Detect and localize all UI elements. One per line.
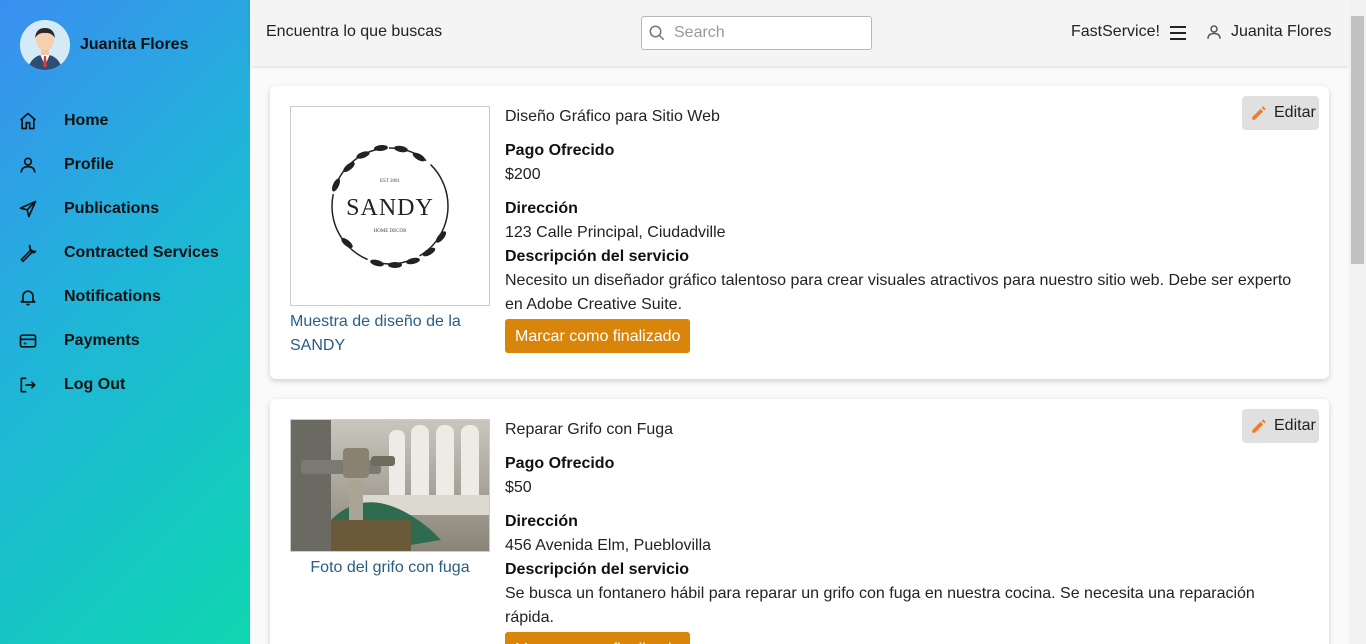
mark-finished-button[interactable]: Marcar como finalizado	[505, 632, 691, 644]
sidebar-item-logout[interactable]: Log Out	[0, 363, 250, 407]
user-icon	[1207, 25, 1221, 39]
search-input[interactable]	[674, 24, 854, 42]
description-value: Necesito un diseñador gráfico talentoso …	[505, 272, 1292, 313]
sidebar-item-notifications[interactable]: Notifications	[0, 275, 250, 319]
edit-label: Editar	[1274, 417, 1316, 434]
edit-button[interactable]: Editar	[1242, 96, 1319, 130]
sidebar-item-label: Home	[64, 112, 109, 129]
edit-button[interactable]: Editar	[1242, 409, 1319, 443]
address-value: 123 Calle Principal, Ciudadville	[505, 224, 726, 241]
topbar-user-menu[interactable]: Juanita Flores	[1205, 23, 1332, 41]
logo-sub-text: HOME DECOR	[374, 229, 408, 234]
image-caption[interactable]: Muestra de diseño de la SANDY	[290, 310, 490, 358]
image-caption[interactable]: Foto del grifo con fuga	[290, 556, 490, 580]
pencil-icon	[1252, 419, 1266, 433]
sidebar-item-payments[interactable]: Payments	[0, 319, 250, 363]
page-tagline: Encuentra lo que buscas	[266, 23, 443, 40]
menu-button[interactable]	[1169, 24, 1187, 42]
sidebar-nav: Home Profile Publications Contracted Ser…	[0, 99, 250, 407]
service-image[interactable]	[290, 419, 490, 552]
service-title: Reparar Grifo con Fuga	[505, 421, 674, 438]
service-title: Diseño Gráfico para Sitio Web	[505, 108, 720, 125]
sidebar-user-name: Juanita Flores	[80, 36, 189, 53]
sidebar-item-publications[interactable]: Publications	[0, 187, 250, 231]
leaky-faucet-photo	[291, 420, 489, 551]
sidebar-item-contracted-services[interactable]: Contracted Services	[0, 231, 250, 275]
wrench-icon	[20, 244, 37, 263]
send-icon	[19, 200, 37, 218]
payment-value: $200	[505, 166, 541, 183]
avatar	[20, 20, 70, 70]
payment-label: Pago Ofrecido	[505, 142, 615, 159]
sidebar-item-label: Log Out	[64, 376, 126, 393]
payment-label: Pago Ofrecido	[505, 455, 615, 472]
edit-label: Editar	[1274, 104, 1316, 121]
sidebar-user: Juanita Flores	[20, 20, 188, 70]
sidebar-item-label: Notifications	[64, 288, 161, 305]
address-label: Dirección	[505, 200, 578, 217]
description-value: Se busca un fontanero hábil para reparar…	[505, 585, 1255, 626]
hamburger-icon	[1170, 26, 1186, 40]
sidebar-item-label: Payments	[64, 332, 140, 349]
description-label: Descripción del servicio	[505, 248, 690, 265]
service-info: Diseño Gráfico para Sitio Web Pago Ofrec…	[505, 105, 1305, 353]
logo-title-text: SANDY	[346, 195, 434, 221]
search-icon	[649, 25, 665, 41]
address-value: 456 Avenida Elm, Pueblovilla	[505, 537, 712, 554]
service-card: Foto del grifo con fuga Reparar Grifo co…	[270, 399, 1329, 644]
service-card: EST 2001 SANDY HOME DECOR Muestra de dis…	[270, 86, 1329, 379]
credit-card-icon	[19, 334, 37, 348]
service-info: Reparar Grifo con Fuga Pago Ofrecido $50…	[505, 418, 1305, 644]
brand-name: FastService!	[1071, 23, 1160, 40]
home-icon	[19, 112, 37, 130]
topbar: Encuentra lo que buscas FastService! Jua…	[250, 0, 1349, 66]
sidebar-item-label: Profile	[64, 156, 114, 173]
sidebar-item-profile[interactable]: Profile	[0, 143, 250, 187]
sidebar-item-label: Publications	[64, 200, 160, 217]
sidebar-item-label: Contracted Services	[64, 244, 219, 261]
description-label: Descripción del servicio	[505, 561, 690, 578]
mark-finished-button[interactable]: Marcar como finalizado	[505, 319, 691, 353]
sidebar-item-home[interactable]: Home	[0, 99, 250, 143]
topbar-user-name: Juanita Flores	[1231, 23, 1332, 40]
user-icon	[20, 157, 36, 173]
scrollbar-thumb[interactable]	[1351, 16, 1364, 264]
sandy-logo-image: EST 2001 SANDY HOME DECOR	[331, 144, 449, 268]
logo-est-text: EST 2001	[380, 179, 401, 184]
scrollbar[interactable]	[1349, 0, 1366, 644]
service-image[interactable]: EST 2001 SANDY HOME DECOR	[290, 106, 490, 306]
address-label: Dirección	[505, 513, 578, 530]
pencil-icon	[1252, 106, 1266, 120]
bell-icon	[20, 290, 36, 306]
logout-icon	[20, 377, 36, 393]
sidebar: Juanita Flores Home Profile Publications…	[0, 0, 250, 644]
payment-value: $50	[505, 479, 532, 496]
search-box[interactable]	[641, 16, 872, 50]
